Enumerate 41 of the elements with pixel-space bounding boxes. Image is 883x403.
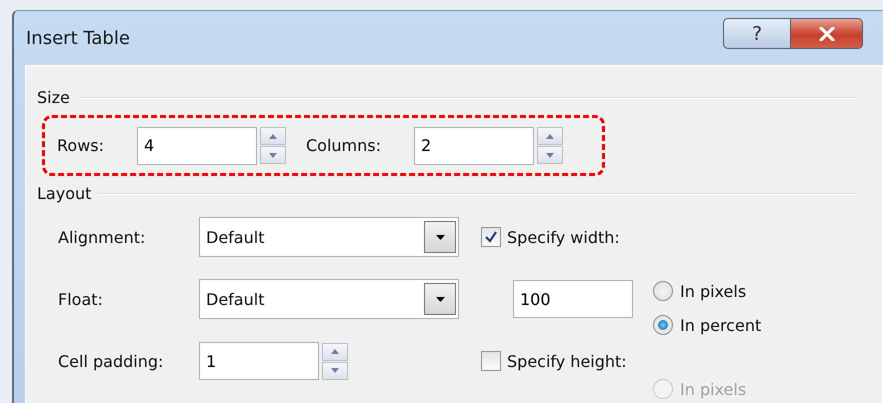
close-button[interactable] (791, 18, 863, 49)
checkbox-label: Specify width: (507, 228, 620, 246)
radio-label: In percent (680, 316, 762, 334)
input-field[interactable]: 1 (199, 342, 319, 380)
down-arrow-icon (546, 152, 554, 158)
checkbox-label: Specify height: (507, 352, 627, 370)
section-title: Layout (37, 184, 92, 203)
dropdown-arrow-icon (436, 296, 444, 302)
window-title: Insert Table (26, 28, 130, 48)
down-arrow-icon (269, 152, 277, 158)
spin-up-button[interactable] (537, 127, 563, 145)
radio-button[interactable] (653, 281, 673, 301)
field-label: Alignment: (58, 228, 146, 246)
spin-up-button[interactable] (260, 127, 286, 145)
field-label: Columns: (306, 136, 382, 155)
spin-down-button[interactable] (537, 146, 563, 164)
checkbox[interactable] (481, 227, 501, 247)
field-label: Cell padding: (58, 352, 164, 370)
radio-button[interactable] (653, 315, 673, 335)
close-icon (818, 26, 834, 40)
up-arrow-icon (546, 134, 554, 138)
down-arrow-icon (331, 368, 339, 373)
spin-up-button[interactable] (322, 342, 348, 360)
field-label: Rows: (57, 136, 105, 155)
input-field[interactable]: 4 (137, 126, 257, 164)
input-field[interactable]: 2 (414, 126, 534, 164)
check-icon (485, 231, 497, 243)
radio-label: In pixels (680, 282, 746, 300)
dropdown[interactable]: Default (199, 217, 459, 257)
dropdown[interactable]: Default (199, 279, 459, 319)
up-arrow-icon (269, 134, 277, 138)
checkbox[interactable] (481, 351, 501, 371)
radio-label: In pixels (680, 380, 746, 398)
input-field[interactable]: 100 (513, 280, 633, 318)
dropdown-arrow-icon (436, 234, 444, 240)
spin-down-button[interactable] (322, 362, 348, 380)
help-button[interactable]: ? (723, 18, 791, 49)
spin-down-button[interactable] (260, 146, 286, 164)
up-arrow-icon (331, 349, 339, 354)
section-title: Size (37, 88, 70, 107)
field-label: Float: (58, 290, 104, 308)
